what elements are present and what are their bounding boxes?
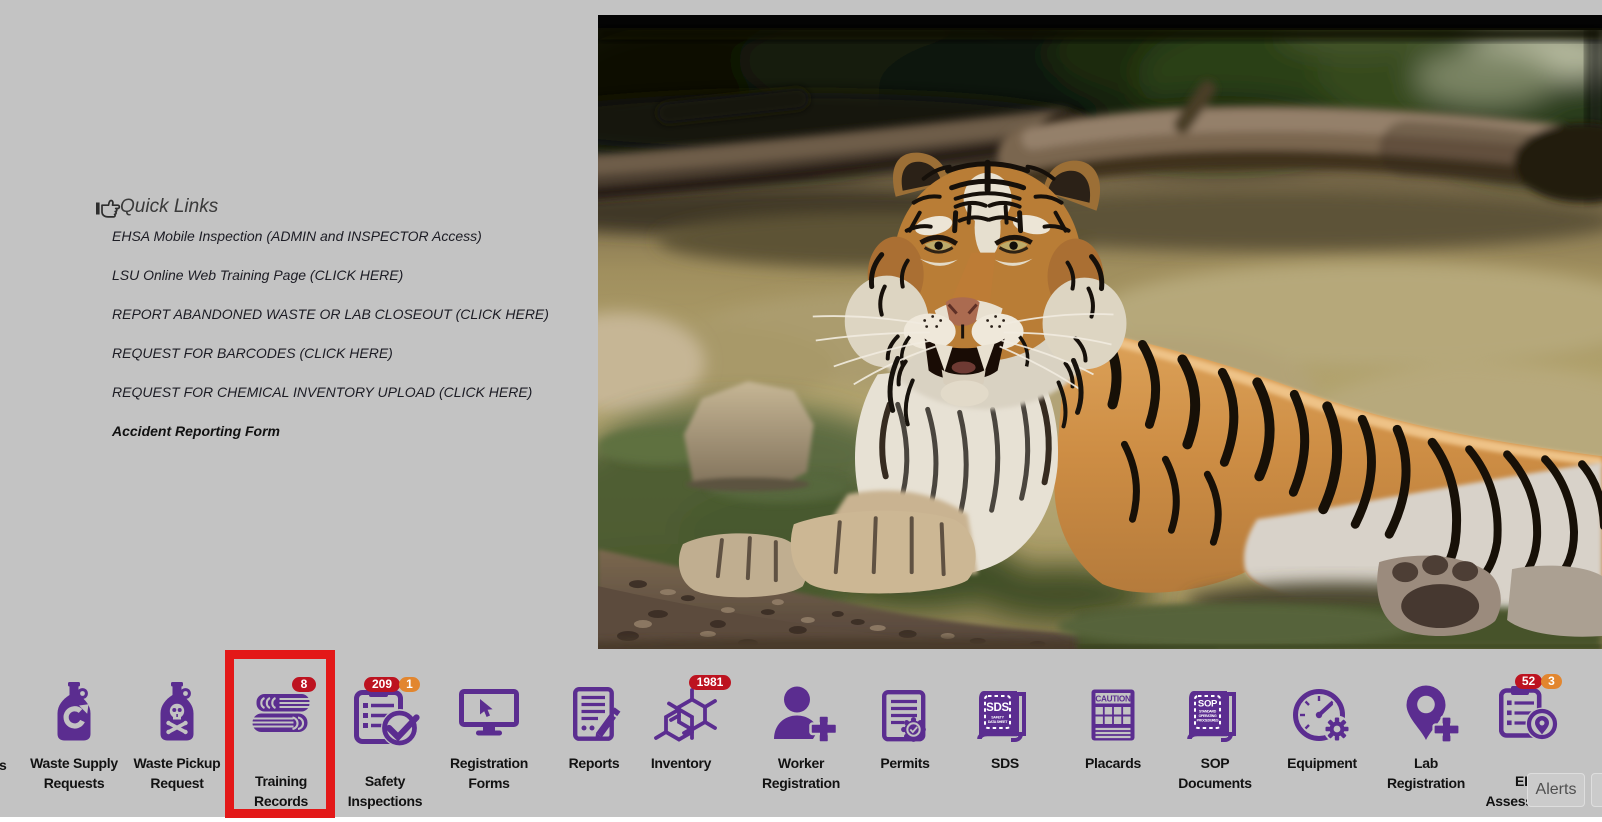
svg-text:DATA SHEET: DATA SHEET	[988, 720, 1008, 724]
svg-text:SDS: SDS	[986, 702, 1009, 714]
svg-text:SAFETY: SAFETY	[991, 716, 1004, 720]
svg-text:OPERATING: OPERATING	[1199, 714, 1217, 718]
svg-text:SOP: SOP	[1198, 699, 1218, 710]
svg-text:STANDARD: STANDARD	[1199, 710, 1217, 714]
svg-text:PROCEDURES: PROCEDURES	[1197, 719, 1220, 723]
svg-text:CAUTION: CAUTION	[1095, 695, 1131, 704]
